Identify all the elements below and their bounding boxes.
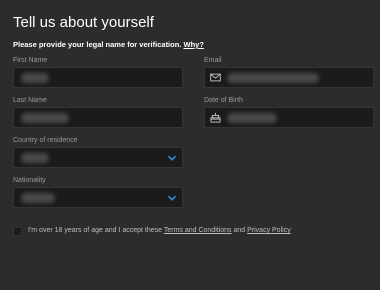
first-name-label: First Name (13, 57, 48, 64)
email-value-redacted (227, 73, 319, 83)
privacy-link[interactable]: Privacy Policy (247, 227, 291, 234)
consent-text-and: and (231, 227, 248, 234)
nationality-select[interactable] (13, 187, 183, 208)
email-field[interactable] (204, 67, 374, 88)
nationality-value-redacted (21, 193, 55, 203)
page-title: Tell us about yourself (13, 14, 154, 31)
last-name-label: Last Name (13, 97, 47, 104)
country-label: Country of residence (13, 137, 78, 144)
last-name-value-redacted (21, 113, 69, 123)
country-select[interactable] (13, 147, 183, 168)
cake-icon (210, 112, 221, 123)
consent-checkbox[interactable] (13, 227, 22, 236)
subtitle-text: Please provide your legal name for verif… (13, 40, 182, 49)
first-name-value-redacted (21, 73, 49, 83)
chevron-down-icon (167, 195, 177, 201)
nationality-label: Nationality (13, 177, 46, 184)
dob-label: Date of Birth (204, 97, 243, 104)
why-link[interactable]: Why? (184, 40, 204, 49)
consent-text: I'm over 18 years of age and I accept th… (28, 227, 291, 234)
country-value-redacted (21, 153, 49, 163)
consent-text-before: I'm over 18 years of age and I accept th… (28, 227, 164, 234)
envelope-icon (210, 73, 221, 82)
chevron-down-icon (167, 155, 177, 161)
dob-value-redacted (227, 113, 277, 123)
first-name-field[interactable] (13, 67, 183, 88)
terms-link[interactable]: Terms and Conditions (164, 227, 232, 234)
dob-field[interactable] (204, 107, 374, 128)
email-label: Email (204, 57, 222, 64)
last-name-field[interactable] (13, 107, 183, 128)
page-subtitle: Please provide your legal name for verif… (13, 40, 204, 49)
